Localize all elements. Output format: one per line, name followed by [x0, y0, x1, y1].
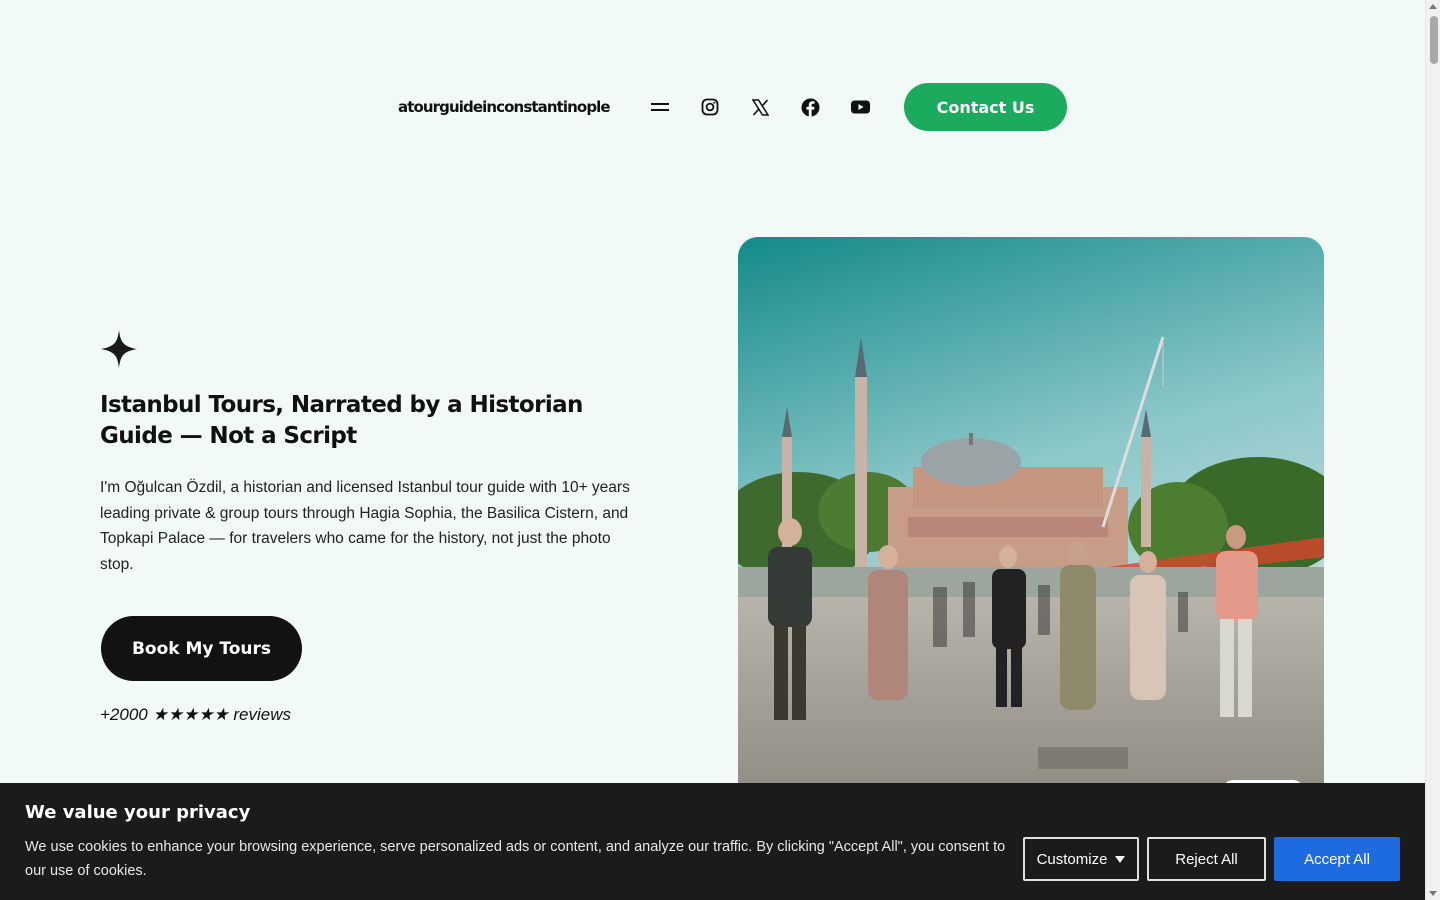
site-logo[interactable]: atourguideinconstantinople — [398, 98, 611, 116]
reject-all-button[interactable]: Reject All — [1147, 837, 1266, 881]
site-header: atourguideinconstantinople Contact Us — [398, 83, 1067, 131]
hero-description: I'm Oğulcan Özdil, a historian and licen… — [100, 479, 630, 573]
menu-icon[interactable] — [648, 95, 672, 119]
scrollbar-thumb[interactable] — [1430, 16, 1438, 64]
customize-label: Customize — [1036, 850, 1108, 868]
caret-down-icon — [1115, 855, 1126, 863]
accept-all-button[interactable]: Accept All — [1274, 837, 1400, 881]
youtube-icon[interactable] — [848, 95, 872, 119]
x-icon[interactable] — [748, 95, 772, 119]
header-icons — [648, 95, 872, 119]
scroll-up-icon[interactable] — [1429, 4, 1437, 9]
reviews-count: +2000 ★★★★★ reviews — [100, 705, 292, 724]
instagram-icon[interactable] — [698, 95, 722, 119]
cookie-text: We use cookies to enhance your browsing … — [25, 839, 1006, 879]
sparkle-icon — [101, 330, 137, 368]
cookie-title: We value your privacy — [25, 802, 251, 823]
cookie-banner: We value your privacy We use cookies to … — [0, 783, 1425, 900]
customize-button[interactable]: Customize — [1023, 837, 1139, 881]
scroll-down-icon[interactable] — [1429, 891, 1437, 896]
hero-title: Istanbul Tours, Narrated by a Historian … — [100, 392, 583, 449]
hero-image — [738, 237, 1324, 797]
facebook-icon[interactable] — [798, 95, 822, 119]
page-scrollbar[interactable] — [1425, 0, 1440, 900]
book-tours-button[interactable]: Book My Tours — [101, 616, 302, 681]
contact-us-button[interactable]: Contact Us — [904, 83, 1067, 131]
